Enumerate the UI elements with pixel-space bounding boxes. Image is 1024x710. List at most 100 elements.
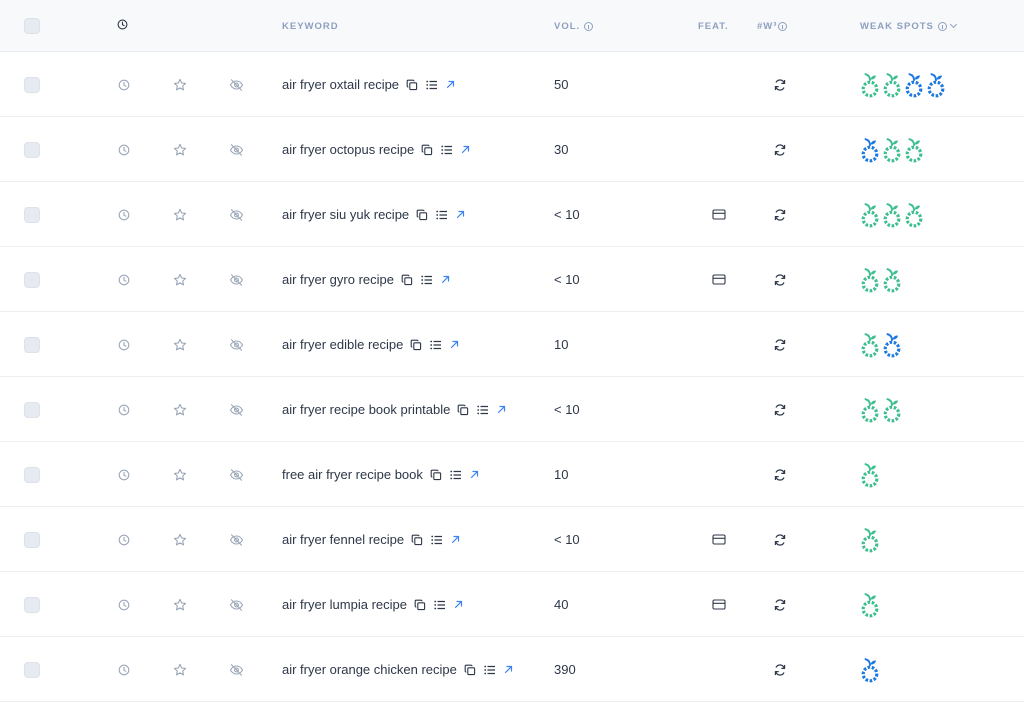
info-icon[interactable] <box>584 21 594 31</box>
list-icon[interactable] <box>430 340 442 350</box>
header-w3[interactable]: #W³ <box>757 0 788 52</box>
row-checkbox[interactable] <box>24 596 40 613</box>
weak-spot-green-icon[interactable] <box>882 136 902 164</box>
copy-icon[interactable] <box>411 534 423 546</box>
star-icon[interactable] <box>173 338 187 352</box>
list-icon[interactable] <box>484 665 496 675</box>
weak-spot-green-icon[interactable] <box>860 71 880 99</box>
row-checkbox[interactable] <box>24 271 40 288</box>
weak-spot-green-icon[interactable] <box>860 266 880 294</box>
copy-icon[interactable] <box>464 664 476 676</box>
eye-off-icon[interactable] <box>229 143 244 157</box>
header-select-all[interactable] <box>24 0 40 52</box>
clock-icon[interactable] <box>118 79 130 91</box>
row-checkbox[interactable] <box>24 76 40 93</box>
refresh-icon[interactable] <box>773 338 787 352</box>
weak-spot-green-icon[interactable] <box>904 201 924 229</box>
row-checkbox[interactable] <box>24 206 40 223</box>
eye-off-icon[interactable] <box>229 403 244 417</box>
star-icon[interactable] <box>173 403 187 417</box>
header-volume[interactable]: VOL. <box>554 0 594 52</box>
list-icon[interactable] <box>477 405 489 415</box>
refresh-icon[interactable] <box>773 208 787 222</box>
external-link-icon[interactable] <box>504 665 513 674</box>
row-checkbox[interactable] <box>24 466 40 483</box>
weak-spot-green-icon[interactable] <box>882 201 902 229</box>
keyword-text[interactable]: air fryer fennel recipe <box>282 532 404 547</box>
refresh-icon[interactable] <box>773 78 787 92</box>
weak-spot-blue-icon[interactable] <box>926 71 946 99</box>
eye-off-icon[interactable] <box>229 208 244 222</box>
card-icon[interactable] <box>712 209 726 220</box>
star-icon[interactable] <box>173 143 187 157</box>
copy-icon[interactable] <box>416 209 428 221</box>
info-icon[interactable] <box>937 21 947 31</box>
list-icon[interactable] <box>431 535 443 545</box>
star-icon[interactable] <box>173 663 187 677</box>
eye-off-icon[interactable] <box>229 468 244 482</box>
weak-spot-green-icon[interactable] <box>882 266 902 294</box>
list-icon[interactable] <box>436 210 448 220</box>
eye-off-icon[interactable] <box>229 273 244 287</box>
weak-spot-green-icon[interactable] <box>860 331 880 359</box>
external-link-icon[interactable] <box>441 275 450 284</box>
clock-icon[interactable] <box>118 599 130 611</box>
keyword-text[interactable]: air fryer orange chicken recipe <box>282 662 457 677</box>
copy-icon[interactable] <box>430 469 442 481</box>
clock-icon[interactable] <box>118 469 130 481</box>
refresh-icon[interactable] <box>773 273 787 287</box>
weak-spot-blue-icon[interactable] <box>860 656 880 684</box>
eye-off-icon[interactable] <box>229 598 244 612</box>
eye-off-icon[interactable] <box>229 533 244 547</box>
weak-spot-green-icon[interactable] <box>860 201 880 229</box>
copy-icon[interactable] <box>410 339 422 351</box>
list-icon[interactable] <box>450 470 462 480</box>
copy-icon[interactable] <box>414 599 426 611</box>
external-link-icon[interactable] <box>497 405 506 414</box>
card-icon[interactable] <box>712 274 726 285</box>
chevron-down-icon[interactable] <box>949 20 957 28</box>
weak-spot-blue-icon[interactable] <box>882 331 902 359</box>
refresh-icon[interactable] <box>773 598 787 612</box>
weak-spot-green-icon[interactable] <box>860 396 880 424</box>
keyword-text[interactable]: air fryer siu yuk recipe <box>282 207 409 222</box>
clock-icon[interactable] <box>118 339 130 351</box>
keyword-text[interactable]: air fryer octopus recipe <box>282 142 414 157</box>
refresh-icon[interactable] <box>773 663 787 677</box>
header-keyword[interactable]: KEYWORD <box>282 0 339 52</box>
external-link-icon[interactable] <box>454 600 463 609</box>
keyword-text[interactable]: air fryer recipe book printable <box>282 402 450 417</box>
clock-icon[interactable] <box>118 209 130 221</box>
list-icon[interactable] <box>441 145 453 155</box>
refresh-icon[interactable] <box>773 468 787 482</box>
select-all-checkbox[interactable] <box>24 18 40 34</box>
external-link-icon[interactable] <box>451 535 460 544</box>
star-icon[interactable] <box>173 208 187 222</box>
weak-spot-green-icon[interactable] <box>860 461 880 489</box>
star-icon[interactable] <box>173 598 187 612</box>
list-icon[interactable] <box>434 600 446 610</box>
external-link-icon[interactable] <box>461 145 470 154</box>
external-link-icon[interactable] <box>470 470 479 479</box>
card-icon[interactable] <box>712 534 726 545</box>
refresh-icon[interactable] <box>773 533 787 547</box>
header-features[interactable]: FEAT. <box>698 0 729 52</box>
weak-spot-green-icon[interactable] <box>904 136 924 164</box>
weak-spot-green-icon[interactable] <box>860 591 880 619</box>
copy-icon[interactable] <box>401 274 413 286</box>
list-icon[interactable] <box>421 275 433 285</box>
clock-icon[interactable] <box>118 534 130 546</box>
weak-spot-green-icon[interactable] <box>860 526 880 554</box>
info-icon[interactable] <box>778 21 788 31</box>
row-checkbox[interactable] <box>24 401 40 418</box>
keyword-text[interactable]: air fryer oxtail recipe <box>282 77 399 92</box>
row-checkbox[interactable] <box>24 141 40 158</box>
external-link-icon[interactable] <box>456 210 465 219</box>
list-icon[interactable] <box>426 80 438 90</box>
header-weak-spots[interactable]: WEAK SPOTS <box>860 0 957 52</box>
external-link-icon[interactable] <box>446 80 455 89</box>
weak-spot-green-icon[interactable] <box>882 396 902 424</box>
clock-icon[interactable] <box>118 144 130 156</box>
row-checkbox[interactable] <box>24 661 40 678</box>
keyword-text[interactable]: air fryer edible recipe <box>282 337 403 352</box>
